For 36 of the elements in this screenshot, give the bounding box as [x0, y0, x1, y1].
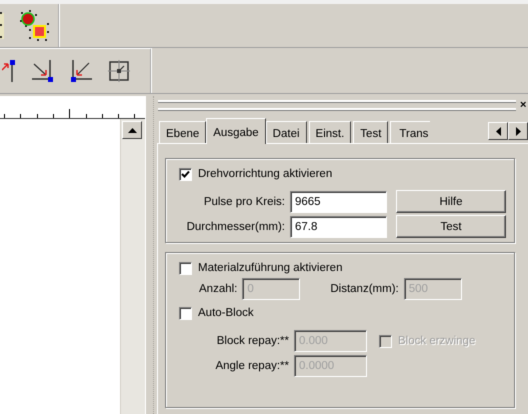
close-button[interactable]: ×	[520, 99, 528, 111]
tab[interactable]: Datei	[266, 121, 307, 143]
scrollbar[interactable]	[120, 119, 145, 414]
panel-gripper[interactable]	[158, 100, 516, 110]
checkbox-label[interactable]: Drehvorrichtung aktivieren	[198, 168, 332, 180]
input-field[interactable]: 9665	[290, 190, 387, 212]
tab[interactable]: Test	[353, 121, 388, 143]
shapes-icon[interactable]	[18, 8, 52, 42]
tab[interactable]: Ebene	[159, 121, 206, 143]
checkbox[interactable]	[179, 168, 192, 180]
scroll-up-button[interactable]	[122, 121, 142, 139]
up-arrow-icon	[128, 128, 136, 132]
tab[interactable]: Einst.	[308, 121, 352, 143]
field-label: Angle repay:**	[214, 360, 289, 372]
field-label: Anzahl:	[199, 283, 238, 295]
field-label: Pulse pro Kreis:	[202, 196, 285, 208]
dialog-button[interactable]: Test	[396, 215, 506, 238]
checkbox-label[interactable]: Auto-Block	[198, 307, 254, 319]
field-label: Distanz(mm):	[330, 283, 399, 295]
input-field[interactable]: 67.8	[290, 216, 387, 238]
checkbox-label[interactable]: Materialzuführung aktivieren	[198, 262, 342, 274]
center-grid-icon[interactable]	[108, 60, 130, 82]
field-label: Durchmesser(mm):	[186, 220, 285, 232]
tab[interactable]: Ausgabe	[206, 118, 266, 144]
field-label: Block repay:**	[216, 335, 289, 347]
tab-right-button[interactable]	[508, 122, 528, 140]
right-arrow-icon	[516, 126, 520, 136]
checkbox[interactable]	[179, 262, 192, 274]
tab[interactable]: Trans	[390, 121, 430, 143]
corner-arrow-icon[interactable]	[32, 60, 54, 82]
tab-left-button[interactable]	[488, 122, 508, 140]
dialog-button[interactable]: Hilfe	[396, 190, 506, 213]
checkbox[interactable]	[179, 306, 192, 320]
corner-arrow-icon[interactable]	[70, 60, 92, 82]
corner-arrow-icon[interactable]	[2, 58, 16, 84]
left-arrow-icon	[496, 126, 500, 136]
